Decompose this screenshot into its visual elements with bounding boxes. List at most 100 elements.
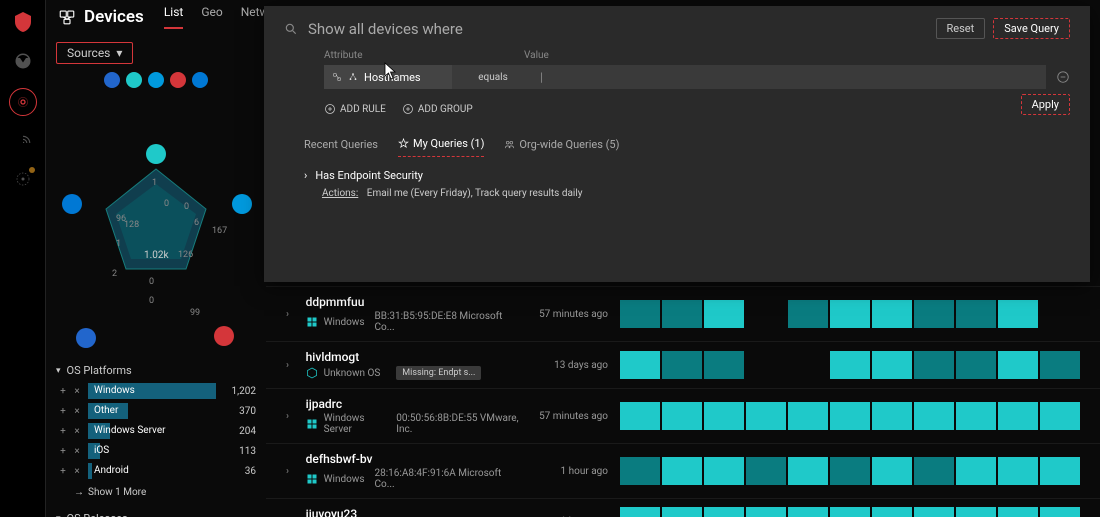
radar-node[interactable] — [214, 326, 234, 346]
cursor-icon — [384, 62, 398, 80]
os-platform-row[interactable]: + × Android 36 — [56, 461, 256, 481]
device-row[interactable]: › ijpadrc Windows Server 00:50:56:8B:DE:… — [266, 388, 1100, 443]
chevron-down-icon: ▾ — [56, 366, 61, 376]
show-more-link[interactable]: →Show 1 More — [56, 481, 256, 504]
nav-target-icon[interactable] — [14, 170, 32, 188]
os-icon — [306, 367, 318, 379]
radar-node[interactable] — [62, 194, 82, 214]
os-count: 370 — [216, 406, 256, 417]
expand-icon[interactable]: › — [286, 466, 294, 477]
section-title: OS Releases — [67, 512, 128, 517]
activity-cell — [830, 402, 870, 430]
chevron-down-icon: ▾ — [56, 514, 61, 517]
radar-label: 1 — [152, 178, 157, 188]
os-platform-row[interactable]: + × Other 370 — [56, 401, 256, 421]
star-icon — [398, 138, 409, 149]
os-platform-row[interactable]: + × Windows 1,202 — [56, 381, 256, 401]
add-filter-icon[interactable]: + — [56, 466, 70, 477]
activity-cell — [788, 507, 828, 517]
add-filter-icon[interactable]: + — [56, 406, 70, 417]
add-filter-icon[interactable]: + — [56, 426, 70, 437]
attribute-label: Attribute — [324, 50, 524, 61]
device-row[interactable]: › defhsbwf-bv Windows 28:16:A8:4F:91:6A … — [266, 443, 1100, 498]
reset-button[interactable]: Reset — [936, 18, 986, 39]
activity-cell — [620, 351, 660, 379]
radar-node[interactable] — [146, 144, 166, 164]
radar-label: 0 — [164, 199, 169, 209]
device-row[interactable]: › ijuvoyu23 Windows EC:F4:BB:F0:CE:2F De… — [266, 498, 1100, 517]
activity-cell — [956, 300, 996, 328]
device-row[interactable]: › ddpmmfuu Windows BB:31:B5:95:DE:E8 Mic… — [266, 286, 1100, 341]
source-icon[interactable] — [170, 72, 186, 88]
activity-cell — [956, 457, 996, 485]
leftnav — [0, 0, 46, 517]
activity-cell — [704, 351, 744, 379]
query-actions: Actions: Email me (Every Friday), Track … — [322, 188, 1070, 199]
apply-button[interactable]: Apply — [1021, 94, 1070, 115]
activity-cell — [872, 300, 912, 328]
remove-filter-icon[interactable]: × — [70, 426, 84, 437]
os-releases-header[interactable]: ▾ OS Releases — [56, 508, 256, 517]
expand-icon[interactable]: › — [286, 411, 294, 422]
device-name: ijpadrc — [306, 397, 520, 411]
remove-rule-button[interactable] — [1056, 70, 1070, 84]
nav-radar-icon[interactable] — [14, 134, 32, 152]
expand-icon[interactable]: › — [286, 360, 294, 371]
sources-button[interactable]: Sources ▾ — [56, 42, 133, 64]
radar-label: 2 — [112, 269, 117, 279]
device-name: ddpmmfuu — [306, 295, 520, 309]
activity-cell — [746, 402, 786, 430]
add-group-button[interactable]: ADD GROUP — [402, 103, 473, 115]
query-search-text: Show all devices where — [308, 20, 463, 38]
nav-dashboard-icon[interactable] — [14, 52, 32, 70]
source-icon[interactable] — [192, 72, 208, 88]
query-popover: Show all devices where Reset Save Query … — [264, 6, 1090, 282]
activity-cell — [704, 300, 744, 328]
qtab-org-label: Org-wide Queries (5) — [519, 138, 619, 151]
os-count: 113 — [216, 446, 256, 457]
remove-filter-icon[interactable]: × — [70, 446, 84, 457]
remove-filter-icon[interactable]: × — [70, 386, 84, 397]
radar-label: 128 — [124, 220, 139, 230]
os-platform-row[interactable]: + × iOS 113 — [56, 441, 256, 461]
activity-grid — [620, 351, 1080, 379]
activity-grid — [620, 507, 1080, 517]
qtab-org[interactable]: Org-wide Queries (5) — [504, 137, 619, 157]
chevron-down-icon: ▾ — [116, 46, 122, 60]
query-tabs: Recent Queries My Queries (1) Org-wide Q… — [284, 137, 1070, 157]
os-platform-row[interactable]: + × Windows Server 204 — [56, 421, 256, 441]
activity-cell — [872, 402, 912, 430]
saved-query-row[interactable]: › Has Endpoint Security — [304, 169, 1070, 182]
activity-cell — [620, 402, 660, 430]
os-platforms-header[interactable]: ▾ OS Platforms — [56, 360, 256, 381]
radar-label: 126 — [178, 250, 193, 260]
expand-icon[interactable]: › — [286, 309, 294, 320]
app-logo[interactable] — [11, 10, 35, 34]
remove-filter-icon[interactable]: × — [70, 406, 84, 417]
source-icon[interactable] — [148, 72, 164, 88]
add-filter-icon[interactable]: + — [56, 386, 70, 397]
source-icon[interactable] — [126, 72, 142, 88]
radar-chart: 1.02k 1 96 128 6 167 99 126 2 1 0 0 0 0 — [56, 94, 256, 354]
value-input[interactable] — [545, 71, 1040, 84]
add-filter-icon[interactable]: + — [56, 446, 70, 457]
activity-cell — [1040, 457, 1080, 485]
save-query-button[interactable]: Save Query — [993, 18, 1070, 39]
device-meta: 00:50:56:8B:DE:55 VMware, Inc. — [396, 413, 519, 435]
device-row[interactable]: › hivldmogt Unknown OS Missing: Endpt s.… — [266, 341, 1100, 388]
operator-select[interactable]: equals — [452, 65, 534, 89]
tab-list[interactable]: List — [164, 5, 184, 29]
nav-devices-icon[interactable] — [9, 88, 37, 116]
radar-node[interactable] — [76, 328, 96, 348]
add-rule-button[interactable]: ADD RULE — [324, 103, 386, 115]
remove-filter-icon[interactable]: × — [70, 466, 84, 477]
qtab-recent[interactable]: Recent Queries — [304, 137, 378, 157]
device-name: defhsbwf-bv — [306, 452, 520, 466]
activity-cell — [704, 402, 744, 430]
tab-geo[interactable]: Geo — [201, 5, 222, 29]
qtab-my[interactable]: My Queries (1) — [398, 137, 484, 157]
source-icon[interactable] — [104, 72, 120, 88]
radar-node[interactable] — [232, 194, 252, 214]
activity-cell — [620, 457, 660, 485]
os-name: Android — [94, 465, 129, 476]
